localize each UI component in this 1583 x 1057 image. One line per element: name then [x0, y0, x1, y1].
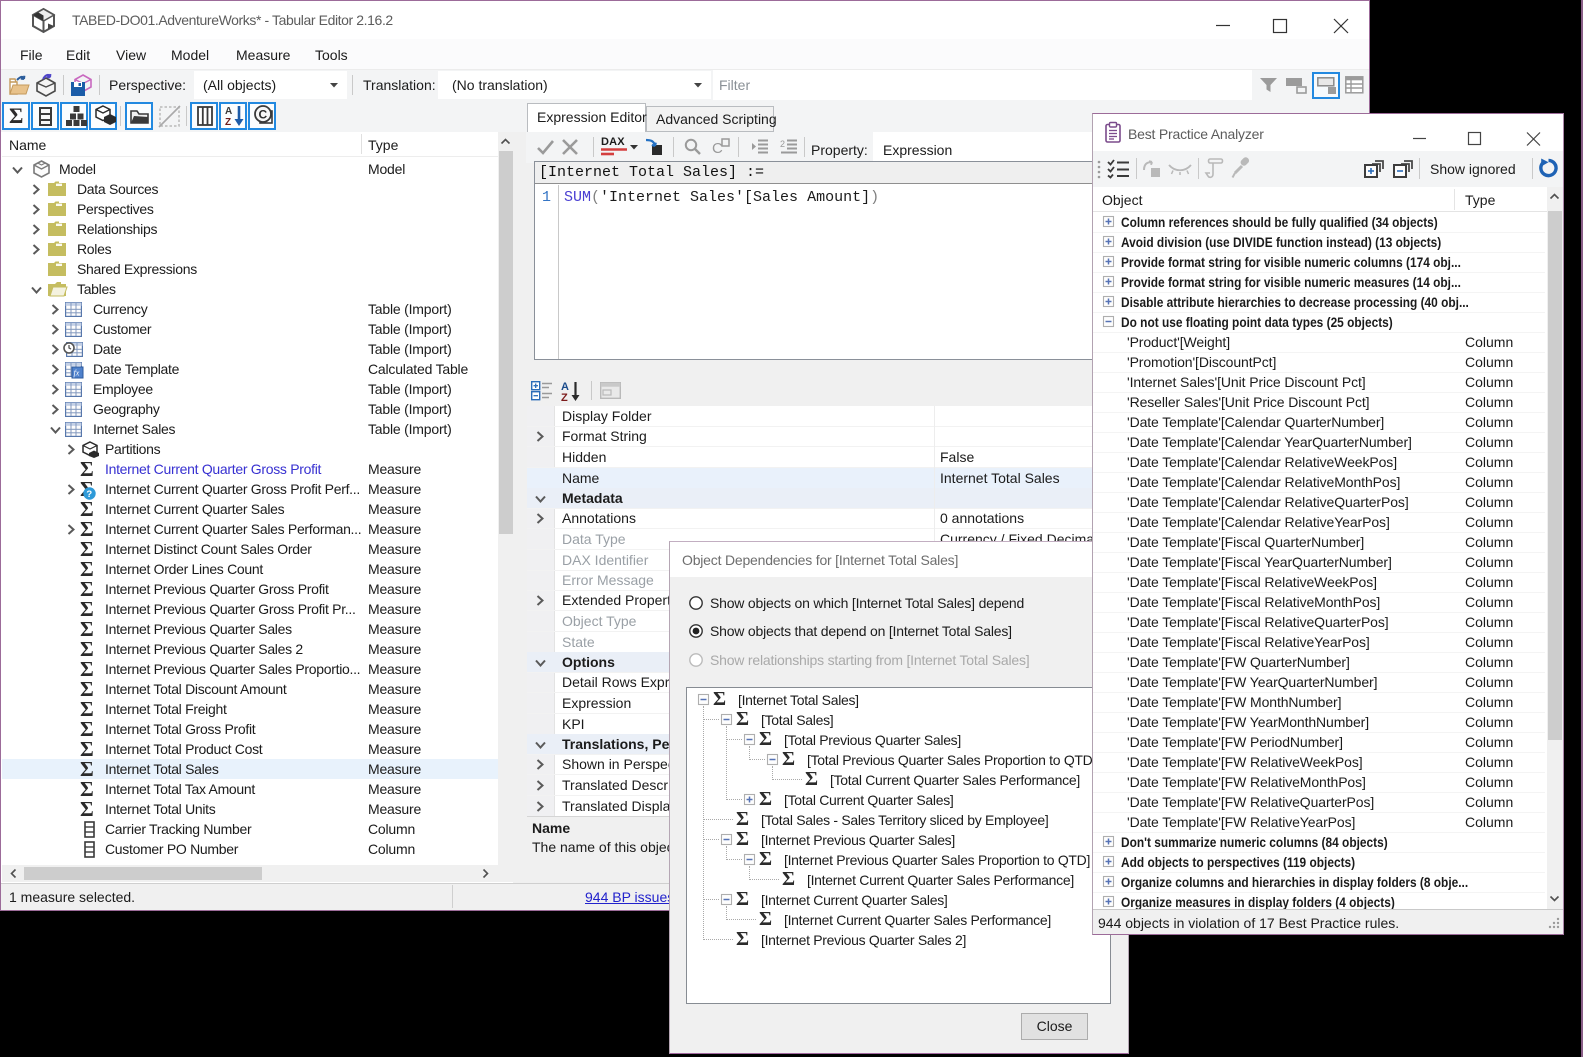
- svg-text:fx: fx: [74, 369, 80, 378]
- svg-text:Z: Z: [561, 392, 568, 404]
- svg-text:2: 2: [780, 139, 785, 149]
- svg-text:A: A: [225, 106, 232, 117]
- svg-text:Z: Z: [225, 117, 231, 128]
- svg-text:C: C: [259, 108, 268, 122]
